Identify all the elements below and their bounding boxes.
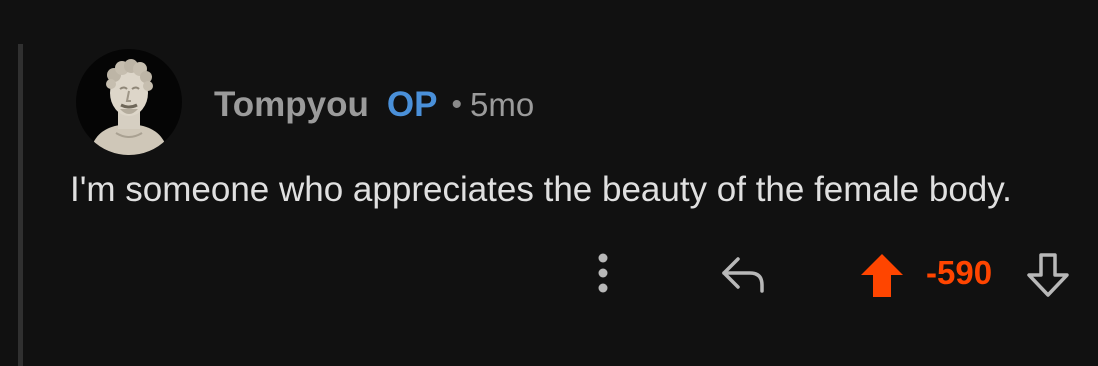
thread-collapse-line[interactable]	[18, 44, 23, 366]
more-options-button[interactable]	[585, 245, 625, 301]
comment-body: I'm someone who appreciates the beauty o…	[70, 170, 1012, 209]
comment-age: 5mo	[469, 86, 535, 123]
upvote-arrow-icon	[861, 254, 903, 297]
downvote-button[interactable]	[1024, 251, 1072, 299]
meta-separator: •	[451, 88, 462, 121]
vertical-ellipsis-icon	[598, 253, 608, 293]
marble-bust-avatar-icon	[90, 59, 168, 155]
op-badge: OP	[386, 85, 438, 124]
reply-button[interactable]	[718, 253, 770, 297]
username-link[interactable]: Tompyou	[214, 85, 369, 125]
comment: Tompyou OP • 5mo I'm someone who appreci…	[0, 0, 1098, 366]
downvote-arrow-icon	[1027, 253, 1069, 297]
avatar[interactable]	[76, 49, 182, 155]
vote-score: -590	[926, 254, 993, 291]
comment-actions: -590	[0, 245, 1098, 305]
reply-arrow-icon	[722, 257, 764, 293]
comment-meta: Tompyou OP • 5mo	[214, 80, 534, 130]
upvote-button[interactable]	[858, 251, 906, 299]
